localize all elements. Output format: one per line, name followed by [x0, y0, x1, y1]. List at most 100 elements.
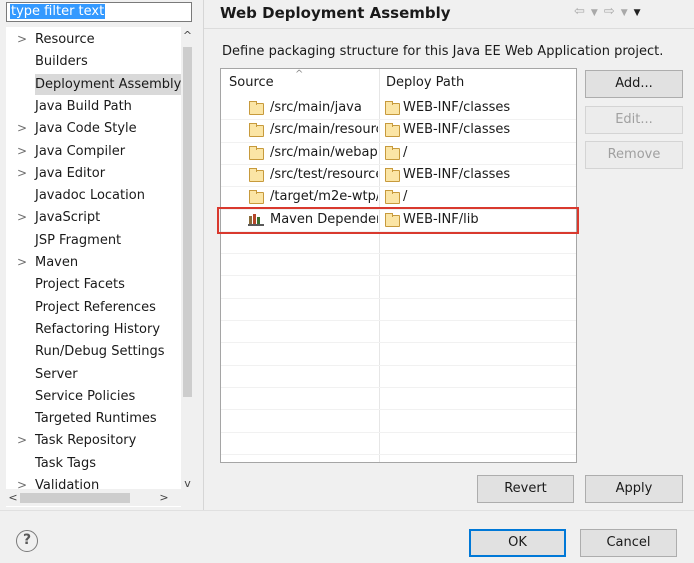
tree-item[interactable]: > Maven — [6, 252, 181, 273]
tree-scroll-thumb[interactable] — [183, 47, 192, 397]
page-navigation: ⇦ ▼ ⇨ ▼ ▼ — [574, 4, 647, 19]
tree-item[interactable]: Javadoc Location — [6, 185, 181, 206]
apply-button[interactable]: Apply — [585, 475, 683, 503]
tree-item-label: Deployment Assembly — [35, 73, 181, 95]
table-gridline — [221, 253, 576, 255]
expand-chevron-icon[interactable]: > — [17, 163, 27, 184]
folder-icon — [249, 190, 264, 205]
table-gridline — [221, 409, 576, 411]
sort-indicator-icon: ^ — [295, 69, 304, 80]
deploy-path-cell: WEB-INF/classes — [403, 166, 511, 182]
tree-item-label: Project References — [35, 299, 156, 315]
tree-item[interactable]: Task Tags — [6, 453, 181, 474]
tree-item[interactable]: Builders — [6, 51, 181, 72]
cancel-button[interactable]: Cancel — [580, 529, 677, 557]
deployment-table: ^ Source Deploy Path /src/main/java WEB-I… — [220, 68, 577, 463]
scroll-left-icon[interactable]: < — [6, 489, 20, 506]
table-gridline — [221, 320, 576, 321]
tree-item[interactable]: Server — [6, 364, 181, 385]
table-gridline — [221, 163, 576, 165]
tree-item[interactable]: Deployment Assembly — [6, 73, 181, 95]
table-row[interactable]: /src/test/resources WEB-INF/classes — [221, 164, 576, 186]
deploy-path-cell: / — [403, 189, 408, 205]
filter-input[interactable]: type filter text — [6, 2, 192, 22]
column-header-source[interactable]: ^ Source — [221, 69, 379, 97]
panel-divider — [203, 0, 204, 510]
expand-chevron-icon[interactable]: > — [17, 118, 27, 139]
remove-button[interactable]: Remove — [585, 141, 683, 169]
back-arrow-icon[interactable]: ⇦ — [574, 4, 586, 19]
table-row[interactable]: /target/m2e-wtp/web-resources / — [221, 186, 576, 208]
edit-button[interactable]: Edit... — [585, 106, 683, 134]
folder-icon — [385, 123, 400, 138]
tree-item[interactable]: Project References — [6, 297, 181, 318]
tree-item[interactable]: Refactoring History — [6, 319, 181, 340]
tree-item-label: Service Policies — [35, 388, 136, 404]
table-row[interactable]: /src/main/resources WEB-INF/classes — [221, 119, 576, 141]
expand-chevron-icon[interactable]: > — [17, 252, 27, 273]
table-gridline — [221, 119, 576, 121]
tree-item[interactable]: Java Build Path — [6, 96, 181, 117]
table-gridline — [221, 141, 576, 143]
tree-item[interactable]: > Java Code Style — [6, 118, 181, 139]
table-row[interactable]: /src/main/webapp / — [221, 142, 576, 164]
back-menu-chevron-icon[interactable]: ▼ — [591, 8, 599, 18]
tree-item-label: Java Code Style — [35, 121, 137, 137]
table-gridline — [221, 342, 576, 344]
tree-item[interactable]: Targeted Runtimes — [6, 408, 181, 429]
tree-item-label: Targeted Runtimes — [35, 411, 157, 427]
scroll-right-icon[interactable]: > — [157, 489, 171, 506]
expand-chevron-icon[interactable]: > — [17, 207, 27, 228]
scroll-up-icon[interactable]: ^ — [181, 29, 194, 43]
tree-item-label: Server — [35, 366, 78, 382]
table-row[interactable]: /src/main/java WEB-INF/classes — [221, 97, 576, 119]
tree-item[interactable]: > Java Compiler — [6, 141, 181, 162]
tree-item[interactable]: > Resource — [6, 29, 181, 50]
tree-item[interactable]: JSP Fragment — [6, 230, 181, 251]
revert-button[interactable]: Revert — [477, 475, 574, 503]
expand-chevron-icon[interactable]: > — [17, 29, 27, 50]
tree-item-label: Maven — [35, 255, 79, 270]
add-button[interactable]: Add... — [585, 70, 683, 98]
preference-tree[interactable]: > Validation Task Tags > Task Repository Targ… — [6, 27, 194, 507]
folder-icon — [385, 101, 400, 115]
source-cell: /src/main/webapp — [270, 144, 378, 160]
table-gridline — [221, 431, 576, 433]
forward-menu-chevron-icon[interactable]: ▼ — [621, 8, 629, 18]
source-cell: /target/m2e-wtp/web-resources — [270, 189, 378, 205]
forward-arrow-icon[interactable]: ⇨ — [604, 4, 616, 19]
help-icon[interactable]: ? — [16, 530, 38, 552]
source-cell: /src/main/java — [270, 100, 362, 115]
deploy-path-cell: WEB-INF/classes — [403, 122, 511, 138]
tree-hscroll-thumb[interactable] — [20, 493, 130, 503]
tree-item-label: Project Facets — [35, 277, 125, 293]
deploy-path-cell: / — [403, 144, 408, 160]
source-cell: /src/main/resources — [270, 122, 378, 138]
tree-item[interactable]: > JavaScript — [6, 207, 181, 228]
column-header-deploy-path[interactable]: Deploy Path — [379, 69, 576, 97]
view-menu-chevron-icon[interactable]: ▼ — [634, 8, 642, 18]
tree-item[interactable]: > Java Editor — [6, 163, 181, 184]
folder-icon — [249, 101, 264, 115]
tree-item[interactable]: Service Policies — [6, 386, 181, 407]
tree-item[interactable]: Project Facets — [6, 274, 181, 295]
folder-icon — [385, 167, 400, 182]
table-gridline — [221, 386, 576, 388]
expand-chevron-icon[interactable]: > — [17, 430, 27, 451]
tree-item-label: Task Tags — [35, 455, 96, 471]
tree-item-label: Run/Debug Settings — [35, 344, 165, 360]
tree-item-label: Java Editor — [35, 165, 106, 181]
scroll-down-icon[interactable]: v — [181, 477, 194, 491]
tree-item-label: JSP Fragment — [35, 232, 122, 248]
tree-item-label: Resource — [35, 32, 95, 47]
ok-button[interactable]: OK — [469, 529, 566, 557]
page-description: Define packaging structure for this Java… — [222, 44, 664, 59]
table-gridline — [221, 186, 576, 188]
deploy-path-cell: WEB-INF/classes — [403, 100, 511, 115]
page-title: Web Deployment Assembly — [220, 4, 451, 22]
maven-dependencies-highlight — [217, 207, 579, 234]
tree-item[interactable]: > Task Repository — [6, 430, 181, 451]
title-separator — [204, 28, 694, 29]
tree-item[interactable]: Run/Debug Settings — [6, 341, 181, 362]
expand-chevron-icon[interactable]: > — [17, 141, 27, 162]
